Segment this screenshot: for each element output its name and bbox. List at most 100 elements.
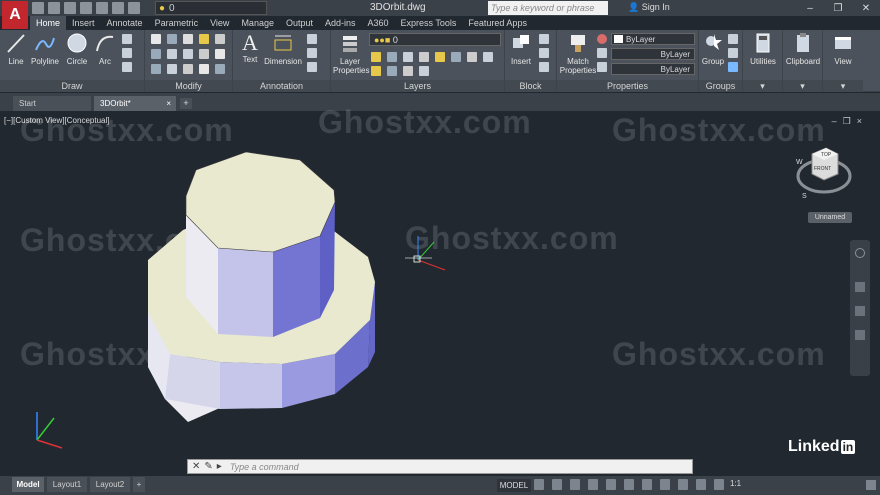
named-view-menu[interactable]: Unnamed: [808, 212, 852, 223]
lineweight-icon[interactable]: [597, 62, 607, 72]
array-icon[interactable]: [167, 64, 177, 74]
color-dropdown[interactable]: ByLayer: [611, 33, 695, 45]
navigation-bar[interactable]: [850, 240, 870, 376]
layer-thaw-icon[interactable]: [387, 66, 397, 76]
selection-cycling-icon[interactable]: [678, 479, 688, 490]
clipboard-button[interactable]: Clipboard: [783, 32, 823, 66]
trim-icon[interactable]: [183, 34, 193, 44]
match-properties-button[interactable]: Match Properties: [559, 32, 597, 75]
line-button[interactable]: Line: [6, 32, 26, 66]
groups-panel-title[interactable]: Groups: [699, 80, 742, 92]
copy-icon[interactable]: [215, 34, 225, 44]
polyline-button[interactable]: Polyline: [30, 32, 60, 66]
erase-icon[interactable]: [199, 34, 209, 44]
edit-block-icon[interactable]: [539, 48, 549, 58]
tab-annotate[interactable]: Annotate: [101, 16, 149, 30]
layer-lock-icon[interactable]: [403, 52, 413, 62]
drawing-viewport[interactable]: [−][Custom View][Conceptual] – ❐ × Ghost…: [0, 104, 880, 458]
layer-properties-button[interactable]: Layer Properties: [333, 32, 369, 75]
tab-manage[interactable]: Manage: [235, 16, 280, 30]
open-icon[interactable]: [48, 2, 60, 14]
undo-icon[interactable]: [112, 2, 124, 14]
customize-icon[interactable]: ✎: [204, 461, 212, 472]
tab-home[interactable]: Home: [30, 16, 67, 30]
workspace-select[interactable]: ● 0: [155, 1, 267, 15]
grid-icon[interactable]: [534, 479, 544, 490]
save-icon[interactable]: [64, 2, 76, 14]
annotation-panel-title[interactable]: Annotation: [233, 80, 330, 92]
annotation-scale[interactable]: 1:1: [730, 479, 741, 488]
explode-icon[interactable]: [183, 49, 193, 59]
tab-start[interactable]: Start: [13, 96, 91, 111]
polar-icon[interactable]: [588, 479, 598, 490]
ellipse-icon[interactable]: [122, 62, 132, 72]
annotation-visibility-icon[interactable]: [696, 479, 706, 490]
move-icon[interactable]: [151, 34, 161, 44]
tab-current-drawing[interactable]: 3DOrbit* ×: [94, 96, 176, 111]
tab-express-tools[interactable]: Express Tools: [395, 16, 463, 30]
otrack-icon[interactable]: [624, 479, 634, 490]
viewcube[interactable]: TOP FRONT W S: [792, 140, 852, 200]
break-icon[interactable]: [215, 64, 225, 74]
view-button[interactable]: View: [825, 32, 861, 66]
tab-view[interactable]: View: [204, 16, 235, 30]
linetype-icon[interactable]: [597, 48, 607, 58]
table-icon[interactable]: [307, 48, 317, 58]
chamfer-icon[interactable]: [183, 64, 193, 74]
maximize-icon[interactable]: ❐: [824, 0, 852, 16]
block-panel-title[interactable]: Block: [505, 80, 556, 92]
save-as-icon[interactable]: [80, 2, 92, 14]
plot-icon[interactable]: [96, 2, 108, 14]
pan-icon[interactable]: [855, 282, 865, 292]
tab-a360[interactable]: A360: [362, 16, 395, 30]
tab-insert[interactable]: Insert: [66, 16, 101, 30]
customize-status-icon[interactable]: [866, 480, 876, 490]
layer-on-icon[interactable]: [371, 52, 381, 62]
insert-button[interactable]: Insert: [507, 32, 535, 66]
close-tab-icon[interactable]: ×: [166, 96, 171, 111]
rectangle-icon[interactable]: [122, 34, 132, 44]
create-block-icon[interactable]: [539, 34, 549, 44]
3d-solid-model[interactable]: [0, 112, 880, 458]
minimize-icon[interactable]: –: [796, 0, 824, 16]
zoom-icon[interactable]: [855, 306, 865, 316]
join-icon[interactable]: [199, 64, 209, 74]
text-button[interactable]: A Text: [239, 32, 261, 65]
add-layout-button[interactable]: +: [133, 477, 145, 492]
layer-iso-icon[interactable]: [419, 52, 429, 62]
stretch-icon[interactable]: [215, 49, 225, 59]
group-button[interactable]: Group: [701, 32, 725, 66]
tab-layout2[interactable]: Layout2: [90, 477, 130, 492]
layer-off-icon[interactable]: [371, 66, 381, 76]
utilities-button[interactable]: Utilities: [745, 32, 781, 66]
fillet-icon[interactable]: [167, 49, 177, 59]
command-input[interactable]: Type a command: [226, 462, 299, 472]
circle-button[interactable]: Circle: [64, 32, 90, 66]
close-icon[interactable]: ✕: [852, 0, 880, 16]
offset-icon[interactable]: [199, 49, 209, 59]
tab-featured-apps[interactable]: Featured Apps: [462, 16, 533, 30]
sign-in-button[interactable]: 👤 Sign In: [628, 2, 670, 13]
attribute-icon[interactable]: [539, 62, 549, 72]
tab-output[interactable]: Output: [280, 16, 319, 30]
utilities-panel-title[interactable]: ▾: [743, 80, 782, 92]
draw-panel-title[interactable]: Draw: [0, 80, 144, 92]
mirror-icon[interactable]: [151, 49, 161, 59]
new-icon[interactable]: [32, 2, 44, 14]
layer-dropdown[interactable]: ●●■ 0: [369, 33, 501, 46]
compass-south-label[interactable]: S: [802, 193, 807, 200]
transparency-icon[interactable]: [660, 479, 670, 490]
ungroup-icon[interactable]: [728, 34, 738, 44]
layer-freeze-icon[interactable]: [387, 52, 397, 62]
model-space-button[interactable]: MODEL: [497, 479, 531, 492]
autocad-logo[interactable]: A: [2, 1, 28, 29]
modify-panel-title[interactable]: Modify: [145, 80, 232, 92]
osnap-icon[interactable]: [606, 479, 616, 490]
layers-panel-title[interactable]: Layers: [331, 80, 504, 92]
view-panel-title[interactable]: ▾: [823, 80, 863, 92]
color-wheel-icon[interactable]: [597, 34, 607, 44]
recent-commands-icon[interactable]: ▸: [217, 461, 222, 472]
rotate-icon[interactable]: [167, 34, 177, 44]
lineweight-toggle-icon[interactable]: [642, 479, 652, 490]
leader-icon[interactable]: [307, 34, 317, 44]
